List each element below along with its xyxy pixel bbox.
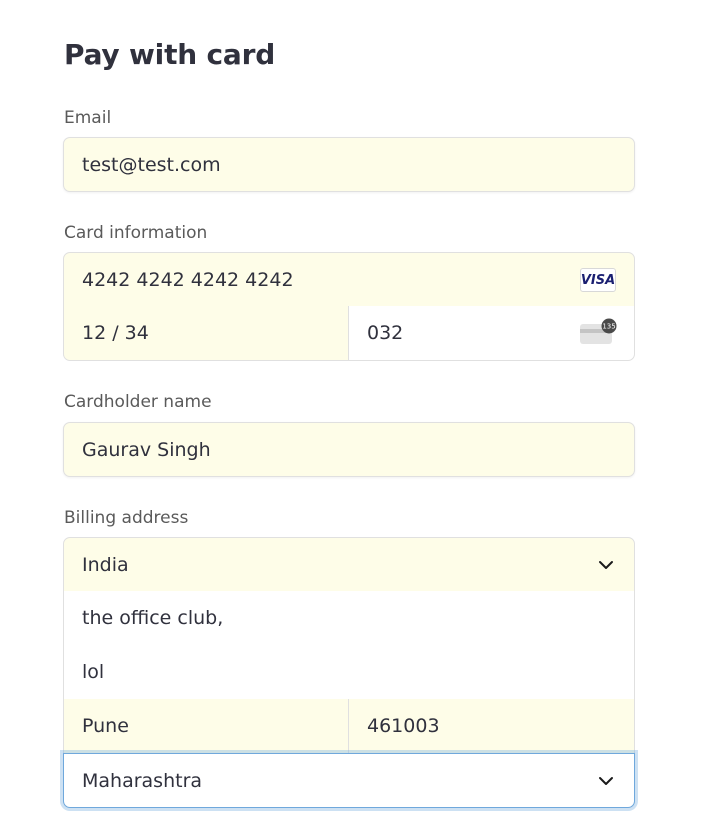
cardholder-name-value: Gaurav Singh: [82, 438, 211, 461]
card-cvc-icon: 135: [580, 318, 617, 344]
card-information-label: Card information: [64, 223, 208, 243]
page-title: Pay with card: [64, 38, 276, 71]
address-line1-field[interactable]: the office club,: [63, 591, 635, 646]
email-field[interactable]: test@test.com: [63, 137, 635, 192]
card-cvc-field[interactable]: 032 135: [348, 306, 635, 361]
card-expiry-field[interactable]: 12 / 34: [63, 306, 349, 361]
state-select[interactable]: Maharashtra: [63, 753, 635, 808]
address-line2-value: lol: [82, 661, 105, 683]
address-line1-value: the office club,: [82, 607, 224, 629]
email-label: Email: [64, 108, 112, 128]
state-value: Maharashtra: [82, 769, 203, 792]
postal-code-value: 461003: [367, 715, 440, 737]
cardholder-name-label: Cardholder name: [64, 392, 212, 412]
postal-code-field[interactable]: 461003: [348, 699, 635, 754]
card-cvc-value: 032: [367, 322, 404, 344]
email-value: test@test.com: [82, 153, 221, 176]
cvc-badge-text: 135: [602, 323, 615, 331]
payment-form: Pay with card Email test@test.com Card i…: [0, 0, 718, 830]
country-value: India: [82, 553, 129, 576]
chevron-down-icon: [599, 560, 613, 569]
city-field[interactable]: Pune: [63, 699, 349, 754]
city-value: Pune: [82, 715, 129, 737]
card-expiry-value: 12 / 34: [82, 322, 149, 344]
cardholder-name-field[interactable]: Gaurav Singh: [63, 422, 635, 477]
country-select[interactable]: India: [63, 537, 635, 592]
card-number-field[interactable]: 4242 4242 4242 4242 VISA: [63, 252, 635, 307]
card-number-value: 4242 4242 4242 4242: [82, 268, 294, 291]
visa-icon: VISA: [580, 268, 616, 292]
address-line2-field[interactable]: lol: [63, 645, 635, 700]
chevron-down-icon: [599, 776, 613, 785]
billing-address-label: Billing address: [64, 508, 189, 528]
